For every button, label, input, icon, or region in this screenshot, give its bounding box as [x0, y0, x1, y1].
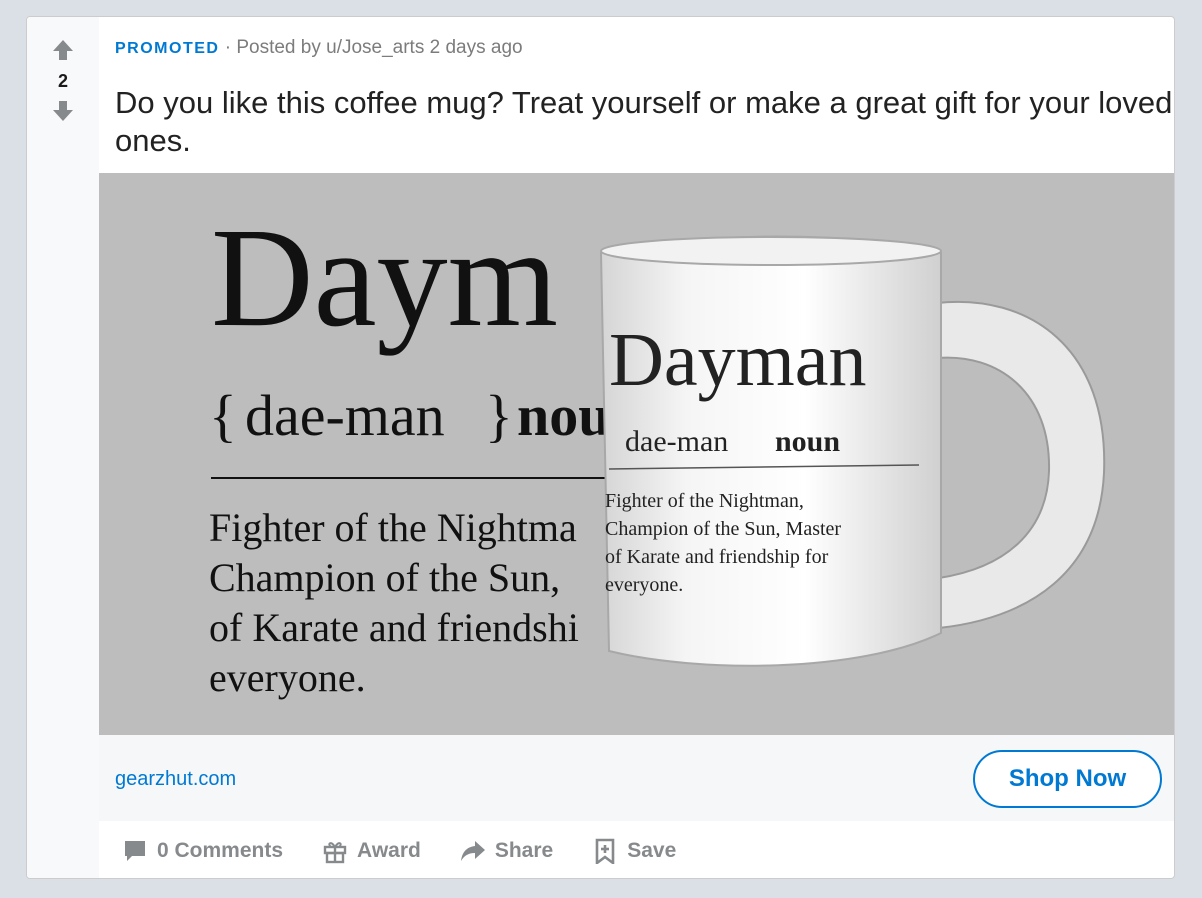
bg-part-of-speech: nou: [517, 383, 611, 448]
post-title[interactable]: Do you like this coffee mug? Treat yours…: [115, 84, 1174, 160]
comment-icon: [121, 837, 149, 865]
save-label: Save: [627, 838, 677, 862]
save-icon: [591, 837, 619, 865]
bg-def-line-2: Champion of the Sun,: [209, 555, 560, 600]
mug-def-line-2: Champion of the Sun, Master: [605, 518, 841, 540]
shop-now-button[interactable]: Shop Now: [973, 750, 1162, 808]
comments-label: 0 Comments: [157, 838, 284, 862]
upvote-icon[interactable]: [50, 37, 76, 63]
mug-part-of-speech: noun: [775, 425, 840, 458]
bg-pronunciation: dae-man: [245, 383, 445, 448]
bg-brace-close: }: [485, 383, 513, 448]
bg-brace-open: {: [209, 383, 237, 448]
share-icon: [459, 837, 487, 865]
post-meta: PROMOTED · Posted by u/Jose_arts 2 days …: [115, 37, 523, 59]
bg-heading: Daym: [211, 198, 558, 356]
promoted-post-card: 2 PROMOTED · Posted by u/Jose_arts 2 day…: [26, 16, 1175, 879]
share-label: Share: [494, 838, 554, 862]
comments-button[interactable]: 0 Comments: [121, 837, 283, 865]
vote-column: 2: [27, 17, 99, 878]
mug-pronunciation: dae-man: [625, 425, 728, 458]
bg-def-line-3: of Karate and friendshi: [209, 605, 579, 650]
link-bar: gearzhut.com Shop Now: [99, 735, 1174, 821]
ad-domain-link[interactable]: gearzhut.com: [115, 768, 236, 791]
ad-image[interactable]: Daym { dae-man } nou Fighter of the Nigh…: [99, 173, 1174, 735]
promoted-label: PROMOTED: [115, 40, 220, 57]
mug-def-line-1: Fighter of the Nightman,: [605, 490, 804, 512]
gift-icon: [321, 837, 349, 865]
meta-separator: ·: [219, 37, 237, 58]
downvote-icon[interactable]: [50, 98, 76, 124]
posted-by[interactable]: Posted by u/Jose_arts 2 days ago: [236, 37, 522, 58]
award-label: Award: [357, 838, 421, 862]
mug-def-line-4: everyone.: [605, 574, 683, 596]
award-button[interactable]: Award: [321, 837, 421, 865]
mug-heading: Dayman: [609, 318, 866, 402]
post-content: PROMOTED · Posted by u/Jose_arts 2 days …: [99, 17, 1174, 878]
bg-def-line-4: everyone.: [209, 655, 366, 700]
mug-def-line-3: of Karate and friendship for: [605, 546, 829, 568]
vote-count: 2: [57, 71, 68, 91]
share-button[interactable]: Share: [459, 837, 553, 865]
bg-def-line-1: Fighter of the Nightma: [209, 505, 577, 550]
save-button[interactable]: Save: [591, 837, 676, 865]
post-actions: 0 Comments Award Share Save: [99, 821, 1174, 878]
